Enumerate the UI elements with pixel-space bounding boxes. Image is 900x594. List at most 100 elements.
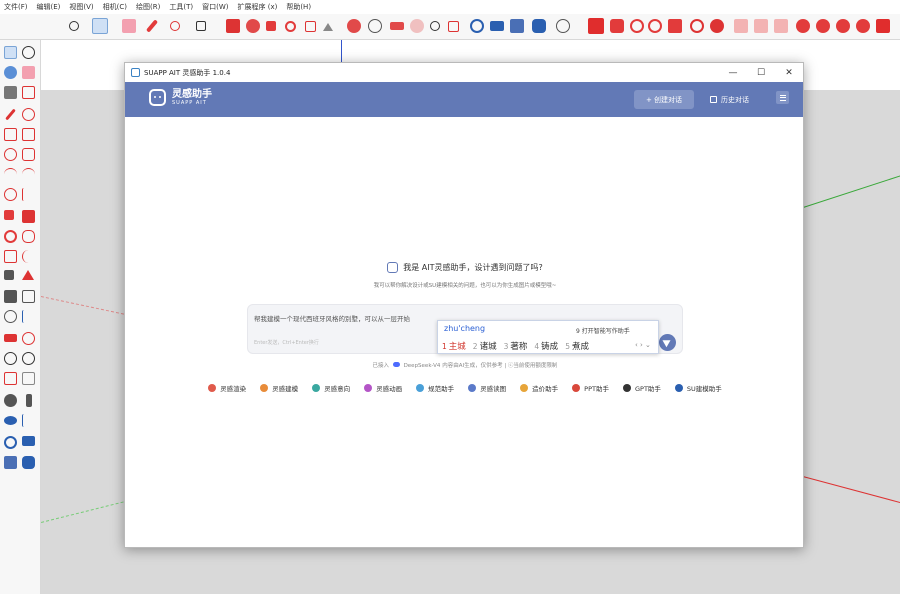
tool-render[interactable]: 灵感渲染	[208, 383, 246, 393]
line-icon[interactable]	[5, 108, 16, 121]
arc-icon[interactable]	[170, 21, 180, 31]
plugin-icon-9[interactable]	[754, 19, 768, 33]
orbit-icon[interactable]	[390, 22, 404, 30]
plugin-icon-8[interactable]	[734, 19, 748, 33]
ime-candidate-3[interactable]: 3 著称	[504, 340, 528, 352]
tool-modeling[interactable]: 灵感建模	[260, 383, 298, 393]
text-icon[interactable]	[22, 310, 35, 323]
su-plugin-icon[interactable]	[588, 18, 604, 34]
zoom-window-left-icon[interactable]	[22, 352, 35, 365]
eraser-icon[interactable]	[122, 19, 136, 33]
menu-edit[interactable]: 编辑(E)	[37, 2, 61, 12]
paint-icon[interactable]	[4, 66, 17, 79]
zoom-extents-icon[interactable]	[448, 21, 459, 32]
zoom-window-icon[interactable]	[430, 21, 440, 31]
close-button[interactable]: ✕	[775, 63, 803, 82]
flip-icon[interactable]	[4, 270, 14, 280]
menu-camera[interactable]: 相机(C)	[103, 2, 127, 12]
zoom-extents-left-icon[interactable]	[4, 372, 17, 385]
rotate-icon[interactable]	[285, 21, 296, 32]
ime-page-arrows[interactable]: ‹ › ⌄	[635, 341, 651, 349]
eraser-left-icon[interactable]	[22, 66, 35, 79]
tool-standards[interactable]: 规范助手	[416, 383, 454, 393]
tape-left-icon[interactable]	[4, 290, 17, 303]
window-titlebar[interactable]: SUAPP AIT 灵感助手 1.0.4 — ☐ ✕	[125, 63, 803, 82]
outer-shell-icon[interactable]	[22, 270, 34, 280]
erase-edge-icon[interactable]	[22, 86, 35, 99]
ime-candidate-4[interactable]: 4 铸成	[534, 340, 558, 352]
ime-candidate-1[interactable]: 1 主城	[442, 340, 466, 352]
arc-left-icon[interactable]	[4, 168, 17, 181]
hamburger-menu-icon[interactable]	[776, 91, 789, 104]
plugin-icon-4[interactable]	[648, 19, 662, 33]
position-camera-icon[interactable]	[4, 394, 17, 407]
select-tool-icon[interactable]	[92, 18, 108, 34]
tool-read-image[interactable]: 灵感读图	[468, 383, 506, 393]
zoom-icon[interactable]	[69, 21, 79, 31]
new-chat-button[interactable]: + 创建对话	[634, 90, 694, 109]
pushpull-left-icon[interactable]	[22, 210, 35, 223]
plugin-icon-13[interactable]	[836, 19, 850, 33]
tool-su-modeling[interactable]: SU建模助手	[674, 383, 722, 393]
scale-icon[interactable]	[305, 21, 316, 32]
circle-icon[interactable]	[4, 148, 17, 161]
pie-icon[interactable]	[4, 188, 17, 201]
plugin-icon-6[interactable]	[690, 19, 704, 33]
push-pull-icon[interactable]	[226, 19, 240, 33]
walk-icon[interactable]	[26, 394, 32, 407]
send-icon[interactable]	[659, 334, 676, 351]
layers-left-icon[interactable]	[4, 456, 17, 469]
plugin-icon-3[interactable]	[630, 19, 644, 33]
plugin-icon-10[interactable]	[774, 19, 788, 33]
plugin-icon-11[interactable]	[796, 19, 810, 33]
tag-icon[interactable]	[4, 86, 17, 99]
maximize-button[interactable]: ☐	[747, 63, 775, 82]
polygon-icon[interactable]	[22, 148, 35, 161]
menu-help[interactable]: 帮助(H)	[286, 2, 311, 12]
plugin-icon-5[interactable]	[668, 19, 682, 33]
components-left-icon[interactable]	[22, 456, 35, 469]
scale-left-icon[interactable]	[4, 250, 17, 263]
lasso-icon[interactable]	[22, 46, 35, 59]
followme-icon[interactable]	[22, 230, 35, 243]
tape-icon[interactable]	[347, 19, 361, 33]
select-icon[interactable]	[4, 46, 17, 59]
layers-icon[interactable]	[510, 19, 524, 33]
rect-left-icon[interactable]	[4, 128, 17, 141]
tool-intent[interactable]: 灵感意向	[312, 383, 350, 393]
pencil-icon[interactable]	[145, 19, 159, 33]
move-left-icon[interactable]	[4, 210, 14, 220]
profile-icon[interactable]	[556, 19, 570, 33]
plugin-icon-7[interactable]	[710, 19, 724, 33]
tool-ppt[interactable]: PPT助手	[572, 383, 609, 393]
previous-icon[interactable]	[22, 372, 35, 385]
rotated-rect-icon[interactable]	[22, 128, 35, 141]
tool-cost[interactable]: 造价助手	[520, 383, 558, 393]
plugin-icon-2[interactable]	[610, 19, 624, 33]
arc3-icon[interactable]	[22, 188, 35, 201]
tool-gpt[interactable]: GPT助手	[622, 383, 661, 393]
ime-candidate-2[interactable]: 2 诸城	[473, 340, 497, 352]
menu-file[interactable]: 文件(F)	[4, 2, 28, 12]
minimize-button[interactable]: —	[719, 63, 747, 82]
rotate-left-icon[interactable]	[4, 230, 17, 243]
plugin-icon-15[interactable]	[876, 19, 890, 33]
move-icon[interactable]	[246, 19, 260, 33]
pan-icon[interactable]	[410, 19, 424, 33]
offset-left-icon[interactable]	[22, 250, 35, 263]
freehand-icon[interactable]	[22, 108, 35, 121]
menu-extensions[interactable]: 扩展程序 (x)	[237, 2, 277, 12]
3d-text-icon[interactable]	[22, 332, 35, 345]
plugin-icon-12[interactable]	[816, 19, 830, 33]
extension-left-icon[interactable]	[22, 436, 35, 446]
menu-view[interactable]: 视图(V)	[69, 2, 93, 12]
ime-candidate-5[interactable]: 5 煮成	[565, 340, 589, 352]
protractor-left-icon[interactable]	[4, 310, 17, 323]
menu-draw[interactable]: 绘图(R)	[136, 2, 160, 12]
move-arrows-icon[interactable]	[266, 21, 276, 31]
section-plane-icon[interactable]	[22, 414, 35, 427]
zoom-left-icon[interactable]	[4, 352, 17, 365]
dimension-icon[interactable]	[22, 290, 35, 303]
axes-icon[interactable]	[4, 334, 17, 342]
plugin-icon-14[interactable]	[856, 19, 870, 33]
